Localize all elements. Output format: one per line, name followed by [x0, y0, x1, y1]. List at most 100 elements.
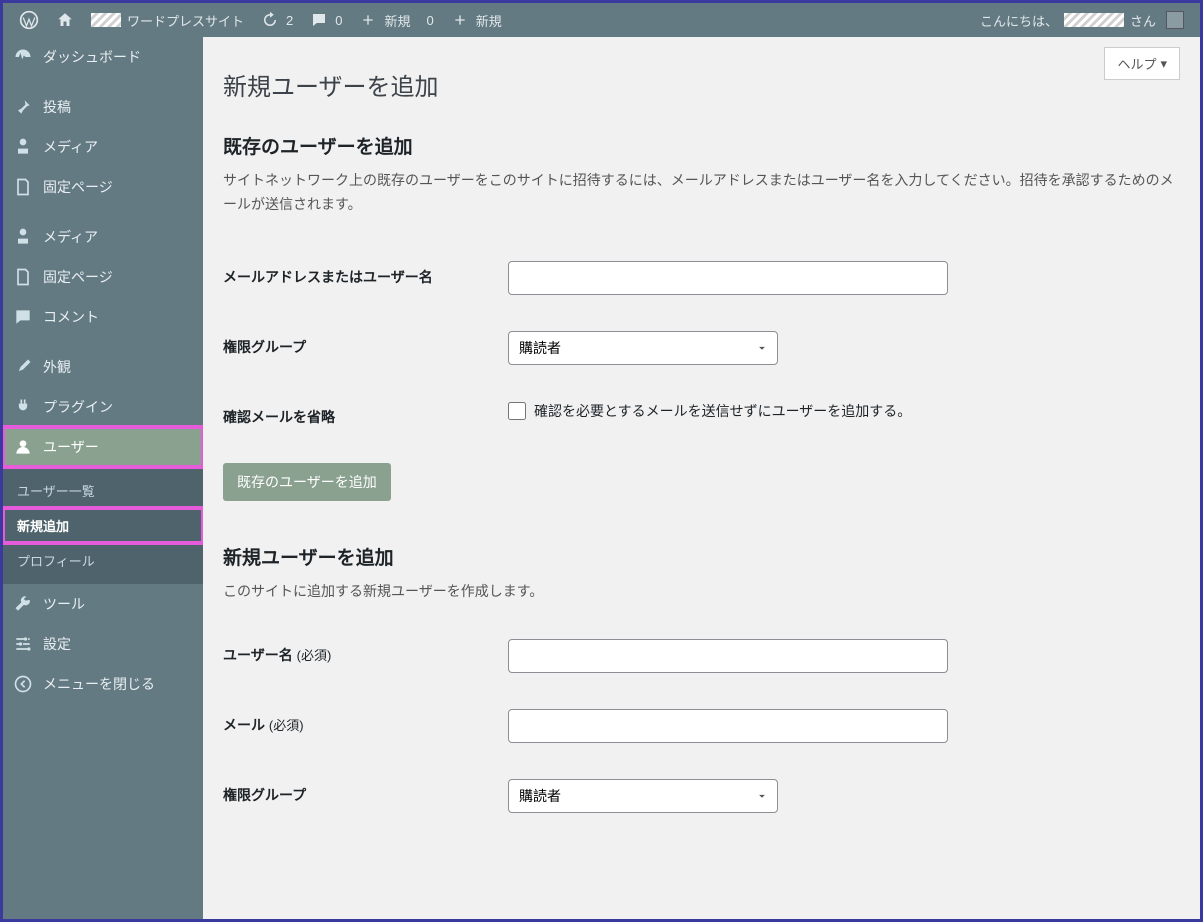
sidebar-label: 設定 [43, 634, 71, 654]
avatar-icon [1166, 11, 1184, 29]
sidebar-collapse[interactable]: メニューを閉じる [3, 664, 203, 704]
submenu-users-list[interactable]: ユーザー一覧 [3, 473, 203, 508]
help-tab[interactable]: ヘルプ ▾ [1104, 47, 1180, 80]
plug-icon [13, 397, 33, 417]
required-text: (必須) [297, 648, 332, 663]
sidebar-label: 外観 [43, 357, 71, 377]
plus-icon [450, 10, 470, 30]
label-role: 権限グループ [223, 331, 508, 357]
sidebar-item-media-2[interactable]: メディア [3, 217, 203, 257]
sidebar-item-settings[interactable]: 設定 [3, 624, 203, 664]
redacted-username [1064, 13, 1124, 27]
wordpress-icon [19, 10, 39, 30]
users-submenu: ユーザー一覧 新規追加 プロフィール [3, 467, 203, 584]
existing-user-heading: 既存のユーザーを追加 [223, 132, 1180, 159]
new-user-heading: 新規ユーザーを追加 [223, 543, 1180, 570]
sidebar-label: ダッシュボード [43, 47, 141, 67]
sidebar-item-appearance[interactable]: 外観 [3, 347, 203, 387]
sidebar-label: 固定ページ [43, 177, 113, 197]
help-label: ヘルプ [1117, 54, 1156, 73]
wp-logo[interactable] [11, 3, 47, 37]
sidebar-label: メディア [43, 137, 98, 157]
new-user-desc: このサイトに追加する新規ユーザーを作成します。 [223, 580, 1180, 604]
redacted-icon [91, 13, 121, 27]
plus-icon [358, 10, 378, 30]
sidebar-item-posts[interactable]: 投稿 [3, 87, 203, 127]
collapse-icon [13, 674, 33, 694]
greeting-suffix: さん [1130, 11, 1156, 30]
page-title: 新規ユーザーを追加 [223, 37, 1180, 120]
new-count-text: 0 [427, 13, 434, 28]
label-role-2: 権限グループ [223, 779, 508, 805]
sidebar-item-dashboard[interactable]: ダッシュボード [3, 37, 203, 77]
existing-user-desc: サイトネットワーク上の既存のユーザーをこのサイトに招待するには、メールアドレスま… [223, 169, 1180, 217]
comments-count: 0 [335, 13, 342, 28]
content-area: ヘルプ ▾ 新規ユーザーを追加 既存のユーザーを追加 サイトネットワーク上の既存… [203, 37, 1200, 919]
skip-confirm-checkbox[interactable] [508, 402, 526, 420]
media-icon [13, 227, 33, 247]
submenu-label: プロフィール [17, 554, 95, 569]
media-icon [13, 137, 33, 157]
sidebar-label: 投稿 [43, 97, 71, 117]
label-email: メール (必須) [223, 709, 508, 735]
sidebar-label: コメント [43, 307, 99, 327]
user-icon [13, 437, 33, 457]
sidebar-label: メニューを閉じる [43, 674, 155, 694]
chevron-down-icon: ▾ [1160, 56, 1167, 72]
sidebar-item-tools[interactable]: ツール [3, 584, 203, 624]
email-or-user-input[interactable] [508, 261, 948, 295]
updates[interactable]: 2 [252, 3, 301, 37]
new-label-1: 新規 [384, 11, 410, 30]
pin-icon [13, 97, 33, 117]
brush-icon [13, 357, 33, 377]
sidebar-label: 固定ページ [43, 267, 113, 287]
page-icon [13, 177, 33, 197]
new-content-1[interactable]: 新規 [350, 3, 418, 37]
comment-icon [13, 307, 33, 327]
skip-confirm-label[interactable]: 確認を必要とするメールを送信せずにユーザーを追加する。 [508, 401, 1180, 421]
label-text: メール [223, 717, 265, 733]
sliders-icon [13, 634, 33, 654]
sidebar-item-users[interactable]: ユーザー [3, 427, 203, 467]
email-input[interactable] [508, 709, 948, 743]
sidebar-item-pages-1[interactable]: 固定ページ [3, 167, 203, 207]
comments-bubble[interactable]: 0 [301, 3, 350, 37]
sidebar-item-plugins[interactable]: プラグイン [3, 387, 203, 427]
submenu-add-new[interactable]: 新規追加 [3, 508, 203, 543]
sidebar-label: ユーザー [43, 437, 99, 457]
submenu-label: 新規追加 [17, 519, 69, 534]
required-text: (必須) [269, 718, 304, 733]
label-text: ユーザー名 [223, 647, 293, 663]
new-label-2: 新規 [476, 11, 502, 30]
comment-icon [309, 10, 329, 30]
new-content-2[interactable]: 新規 [442, 3, 510, 37]
update-icon [260, 10, 280, 30]
role-select-2[interactable]: 購読者 [508, 779, 778, 813]
sidebar-label: プラグイン [43, 397, 113, 417]
add-existing-user-button[interactable]: 既存のユーザーを追加 [223, 463, 391, 501]
page-icon [13, 267, 33, 287]
sidebar-item-comments[interactable]: コメント [3, 297, 203, 337]
label-email-or-user: メールアドレスまたはユーザー名 [223, 261, 508, 287]
sidebar-item-media-1[interactable]: メディア [3, 127, 203, 167]
updates-count: 2 [286, 13, 293, 28]
greeting-prefix: こんにちは、 [980, 11, 1058, 30]
home-icon [55, 10, 75, 30]
home-link[interactable] [47, 3, 83, 37]
site-name-text: ワードプレスサイト [127, 11, 244, 30]
button-label: 既存のユーザーを追加 [237, 474, 377, 490]
site-name[interactable]: ワードプレスサイト [83, 3, 252, 37]
submenu-label: ユーザー一覧 [17, 484, 95, 499]
sidebar-label: ツール [43, 594, 85, 614]
sidebar-label: メディア [43, 227, 98, 247]
role-select[interactable]: 購読者 [508, 331, 778, 365]
wrench-icon [13, 594, 33, 614]
skip-confirm-text: 確認を必要とするメールを送信せずにユーザーを追加する。 [534, 401, 911, 421]
sidebar-item-pages-2[interactable]: 固定ページ [3, 257, 203, 297]
label-username: ユーザー名 (必須) [223, 639, 508, 665]
label-skip-confirm: 確認メールを省略 [223, 401, 508, 427]
username-input[interactable] [508, 639, 948, 673]
submenu-profile[interactable]: プロフィール [3, 543, 203, 578]
new-count[interactable]: 0 [419, 3, 442, 37]
greeting[interactable]: こんにちは、 さん [972, 3, 1192, 37]
